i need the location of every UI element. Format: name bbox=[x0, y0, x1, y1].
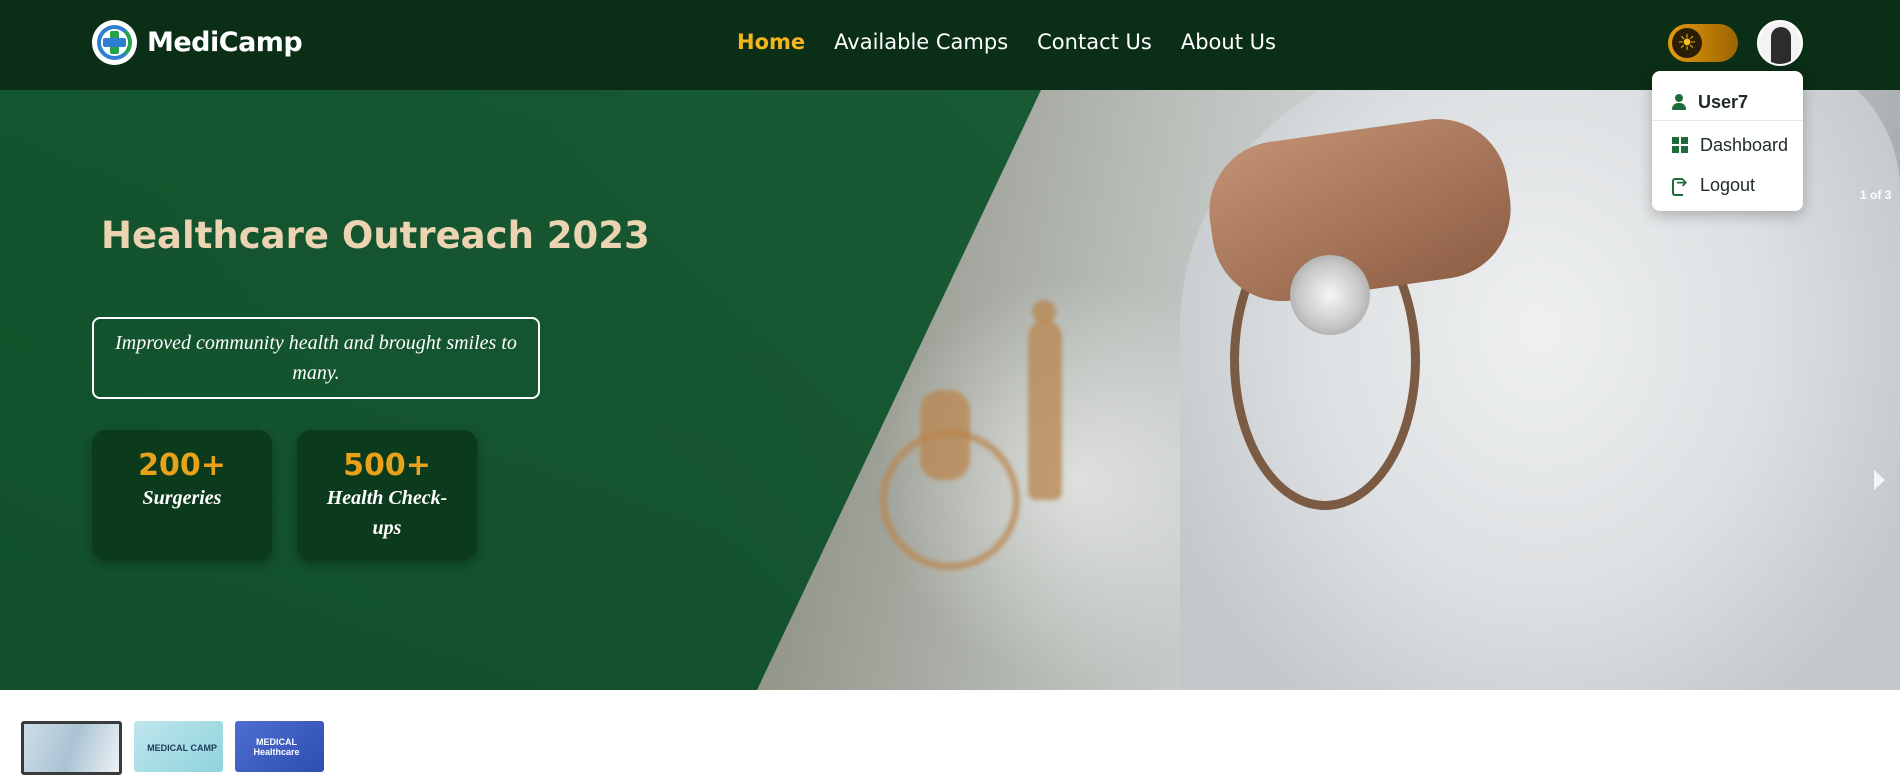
avatar-figure bbox=[1771, 27, 1791, 64]
nav-available-camps[interactable]: Available Camps bbox=[834, 30, 1008, 54]
brand-name: MediCamp bbox=[147, 27, 303, 58]
dropdown-username: User7 bbox=[1698, 91, 1749, 112]
dashboard-icon bbox=[1672, 137, 1688, 153]
sun-icon: ☀ bbox=[1672, 28, 1702, 58]
user-icon bbox=[1672, 94, 1686, 110]
hero-title: Healthcare Outreach 2023 bbox=[101, 214, 650, 257]
logout-label: Logout bbox=[1700, 174, 1756, 195]
logout-icon bbox=[1672, 174, 1688, 196]
user-dropdown-menu: User7 Dashboard Logout bbox=[1652, 71, 1803, 211]
user-avatar[interactable] bbox=[1757, 20, 1803, 66]
hero-quote: Improved community health and brought sm… bbox=[92, 317, 540, 399]
nav-about-us[interactable]: About Us bbox=[1181, 30, 1276, 54]
thumbnail-2[interactable]: MEDICAL CAMP bbox=[134, 721, 223, 772]
stat-label: Surgeries bbox=[142, 487, 222, 509]
dashboard-menu-item[interactable]: Dashboard bbox=[1652, 125, 1803, 165]
main-nav: Home Available Camps Contact Us About Us bbox=[737, 30, 1276, 54]
slide-counter: 1 of 3 bbox=[1860, 188, 1892, 202]
stat-value: 200+ bbox=[138, 448, 226, 483]
nav-contact-us[interactable]: Contact Us bbox=[1037, 30, 1152, 54]
brand[interactable]: MediCamp bbox=[92, 20, 303, 65]
hero-carousel: Healthcare Outreach 2023 Improved commun… bbox=[0, 90, 1900, 690]
stat-card-health-checkups: 500+ Health Check-ups bbox=[297, 430, 477, 560]
thumbnail-caption: MEDICAL CAMP bbox=[147, 743, 217, 753]
next-slide-arrow-icon[interactable] bbox=[1874, 470, 1885, 490]
theme-toggle[interactable]: ☀ bbox=[1668, 24, 1738, 62]
dropdown-user-row: User7 bbox=[1652, 71, 1803, 121]
dashboard-label: Dashboard bbox=[1700, 134, 1789, 155]
carousel-thumbnails: MEDICAL CAMP MEDICAL Healthcare bbox=[21, 721, 324, 775]
thumbnail-1[interactable] bbox=[21, 721, 122, 775]
thumbnail-caption: MEDICAL Healthcare bbox=[253, 737, 300, 757]
stat-value: 500+ bbox=[343, 448, 431, 483]
medicamp-logo-icon bbox=[92, 20, 137, 65]
nav-home[interactable]: Home bbox=[737, 30, 805, 54]
stat-label: Health Check-ups bbox=[326, 487, 448, 539]
logout-menu-item[interactable]: Logout bbox=[1652, 165, 1803, 205]
navbar: MediCamp Home Available Camps Contact Us… bbox=[0, 0, 1900, 90]
stat-card-surgeries: 200+ Surgeries bbox=[92, 430, 272, 560]
thumbnail-3[interactable]: MEDICAL Healthcare bbox=[235, 721, 324, 772]
